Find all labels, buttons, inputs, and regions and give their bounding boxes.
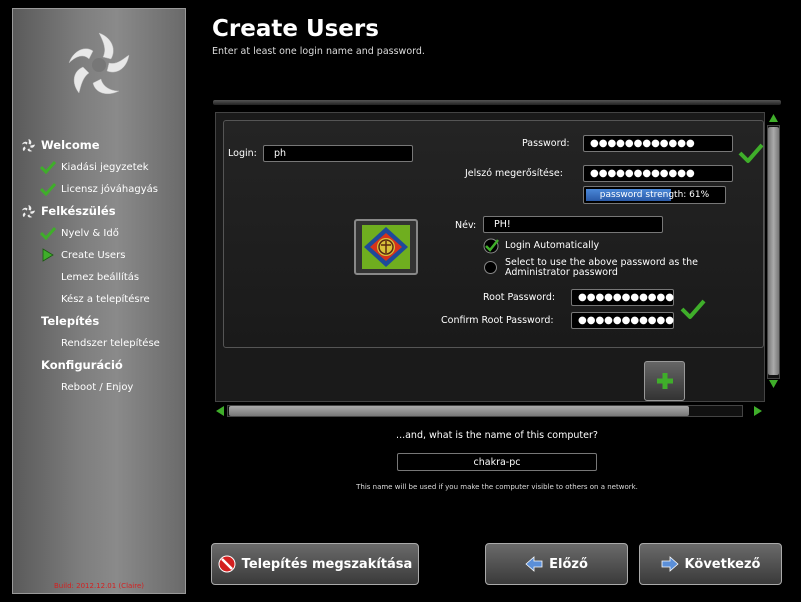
nav-label: Welcome: [41, 138, 100, 152]
password-match-check-icon: [738, 143, 764, 163]
arrow-left-icon: [525, 556, 543, 572]
scroll-down-arrow-icon[interactable]: [768, 379, 779, 389]
nav-item-language-time: Nyelv & Idő: [19, 222, 184, 244]
add-user-button[interactable]: [644, 361, 685, 401]
scroll-right-arrow-icon[interactable]: [753, 405, 763, 417]
admin-password-checkbox[interactable]: [484, 261, 497, 274]
confirm-root-password-field[interactable]: ●●●●●●●●●●●: [571, 312, 674, 329]
page-title: Create Users: [212, 16, 379, 42]
nav-item-license: Licensz jóváhagyás: [19, 178, 184, 200]
checkmark-icon: [39, 181, 57, 197]
nav-item-disk-setup: Lemez beállítás: [19, 266, 184, 288]
nav-item-reboot: Reboot / Enjoy: [19, 376, 184, 398]
name-label: Név:: [455, 220, 477, 231]
nav-item-release-notes: Kiadási jegyzetek: [19, 156, 184, 178]
horizontal-scrollbar[interactable]: [213, 404, 765, 418]
password-strength-meter: password strength: 61%: [583, 186, 726, 204]
current-step-arrow-icon: [39, 247, 57, 263]
nav-item-system-install: Rendszer telepítése: [19, 332, 184, 354]
nav-label: Kész a telepítésre: [61, 293, 150, 305]
hostname-question: ...and, what is the name of this compute…: [396, 430, 598, 441]
nav-label: Reboot / Enjoy: [61, 381, 134, 393]
nav-label: Kiadási jegyzetek: [61, 161, 149, 173]
confirm-root-password-label: Confirm Root Password:: [441, 315, 554, 326]
arrow-right-icon: [661, 556, 679, 572]
cancel-install-label: Telepítés megszakítása: [241, 556, 413, 572]
vertical-scrollbar[interactable]: [766, 113, 781, 388]
back-button[interactable]: Előző: [485, 543, 628, 585]
scroll-left-arrow-icon[interactable]: [215, 405, 225, 417]
nav-label: Rendszer telepítése: [61, 337, 160, 349]
avatar-image-icon: [362, 225, 410, 269]
nav-label: Nyelv & Idő: [61, 227, 119, 239]
admin-password-label: Select to use the above password as the …: [505, 257, 698, 278]
scroll-up-arrow-icon[interactable]: [768, 113, 779, 123]
user-avatar[interactable]: [354, 219, 418, 275]
nav-label: Konfiguráció: [41, 358, 123, 372]
nav-section-install: Telepítés: [19, 310, 184, 332]
checkmark-icon: [39, 159, 57, 175]
login-label: Login:: [228, 148, 257, 159]
chakra-small-icon: [19, 137, 37, 153]
cancel-icon: [218, 555, 236, 573]
checkmark-icon: [39, 225, 57, 241]
autologin-checkbox[interactable]: [483, 238, 501, 254]
header-divider: [213, 100, 781, 105]
sidebar: Welcome Kiadási jegyzetek Licensz jóváha…: [12, 8, 186, 594]
plus-icon: [656, 373, 673, 389]
install-steps-nav: Welcome Kiadási jegyzetek Licensz jóváha…: [19, 134, 184, 398]
full-name-field[interactable]: PH!: [483, 216, 663, 233]
nav-section-preparation: Felkészülés: [19, 200, 184, 222]
scroll-thumb[interactable]: [229, 406, 689, 416]
nav-label: Create Users: [61, 249, 126, 261]
chakra-small-icon: [19, 203, 37, 219]
page-subtitle: Enter at least one login name and passwo…: [212, 46, 425, 57]
root-password-label: Root Password:: [483, 292, 556, 303]
confirm-password-label: Jelszó megerősítése:: [465, 168, 563, 179]
nav-section-welcome: Welcome: [19, 134, 184, 156]
next-button[interactable]: Következő: [639, 543, 782, 585]
scroll-thumb[interactable]: [768, 127, 779, 375]
nav-label: Telepítés: [41, 314, 100, 328]
hostname-note: This name will be used if you make the c…: [356, 483, 638, 491]
confirm-password-field[interactable]: ●●●●●●●●●●●●: [583, 165, 733, 182]
chakra-logo-icon: [68, 32, 130, 94]
back-label: Előző: [549, 556, 588, 572]
hostname-field[interactable]: chakra-pc: [397, 453, 597, 471]
login-field[interactable]: ph: [263, 145, 413, 162]
root-password-field[interactable]: ●●●●●●●●●●●: [571, 289, 674, 306]
nav-label: Felkészülés: [41, 204, 116, 218]
nav-label: Licensz jóváhagyás: [61, 183, 158, 195]
root-password-match-check-icon: [680, 299, 706, 319]
password-field[interactable]: ●●●●●●●●●●●●: [583, 135, 733, 152]
nav-label: Lemez beállítás: [61, 271, 140, 283]
nav-section-configuration: Konfiguráció: [19, 354, 184, 376]
password-label: Password:: [522, 138, 570, 149]
next-label: Következő: [684, 556, 761, 572]
cancel-install-button[interactable]: Telepítés megszakítása: [211, 543, 419, 585]
password-strength-text: password strength: 61%: [599, 190, 710, 200]
nav-item-ready: Kész a telepítésre: [19, 288, 184, 310]
build-version: Build: 2012.12.01 (Claire): [53, 582, 145, 590]
autologin-label: Login Automatically: [505, 240, 600, 251]
nav-item-create-users: Create Users: [19, 244, 184, 266]
